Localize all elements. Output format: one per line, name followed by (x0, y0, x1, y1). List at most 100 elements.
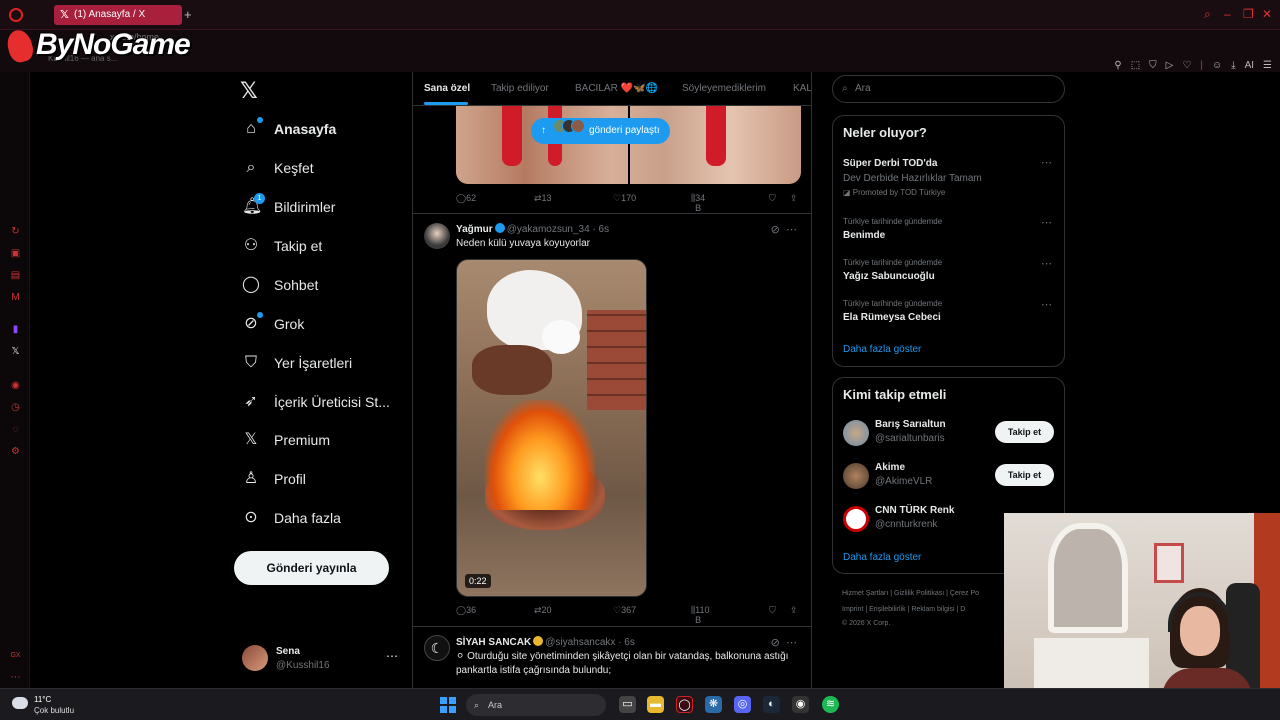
nav-creator-studio[interactable]: ➶ İçerik Üreticisi St... (242, 388, 390, 416)
like-button[interactable]: ♡ 367 (613, 605, 636, 616)
tab-soyleyemediklerim[interactable]: Söyleyemediklerim (682, 83, 766, 94)
views-stat[interactable]: ⫼ 34 B (691, 193, 705, 213)
reply-button[interactable]: ◯ 36 (456, 605, 476, 616)
post3-author[interactable]: SİYAH SANCAK (456, 637, 531, 648)
trend-item-name[interactable]: Benimde (843, 230, 885, 241)
trend-item-name[interactable]: Ela Rümeysa Cebeci (843, 312, 941, 323)
app-icon[interactable]: ❋ (705, 696, 722, 713)
gx-rail-icon[interactable]: GX (10, 650, 21, 661)
history-rail-icon[interactable]: ↻ (10, 226, 21, 237)
post-more-icon[interactable]: ⋯ (786, 224, 797, 236)
file-explorer-icon[interactable]: ▬ (647, 696, 664, 713)
browser-tab-active[interactable]: 𝕏 (1) Anasayfa / X (54, 5, 182, 25)
windows-start-icon[interactable] (440, 697, 456, 713)
share-icon[interactable]: ⇪ (790, 193, 798, 204)
clock-rail-icon[interactable]: ◷ (10, 402, 21, 413)
tab-following[interactable]: Takip ediliyor (491, 83, 549, 94)
pin-icon[interactable]: ⚲ (1114, 60, 1121, 74)
minimize-icon[interactable]: – (1224, 7, 1231, 21)
player-rail-icon[interactable]: ◉ (10, 380, 21, 391)
follow-show-more-link[interactable]: Daha fazla göster (843, 552, 921, 563)
profile-icon[interactable]: ☺ (1212, 60, 1222, 74)
trend-item-name[interactable]: Yağız Sabuncuoğlu (843, 271, 935, 282)
bookmark-post-icon[interactable]: ⛉ (769, 193, 776, 204)
post2-avatar[interactable] (424, 223, 450, 249)
views-stat[interactable]: ⫼ 110 B (691, 605, 710, 625)
like-button[interactable]: ♡ 170 (613, 193, 636, 204)
task-view-icon[interactable]: ▭ (619, 696, 636, 713)
wallet-rail-icon[interactable]: ▤ (10, 270, 21, 281)
more-rail-icon[interactable]: ⋯ (10, 672, 21, 683)
opera-gx-icon[interactable]: ◯ (676, 696, 693, 713)
follow-button[interactable]: Takip et (995, 421, 1054, 443)
snapshot-icon[interactable]: ⬚ (1131, 60, 1140, 74)
post3-handle[interactable]: @siyahsancakx · 6s (545, 637, 635, 648)
weather-description[interactable]: Çok bulutlu (34, 706, 74, 715)
trend-item-name[interactable]: Süper Derbi TOD'da (843, 158, 937, 169)
discord-icon[interactable]: ◎ (734, 696, 751, 713)
shield-icon[interactable]: ⛉ (1149, 60, 1157, 74)
grok-post-icon[interactable]: ⊘ (771, 637, 780, 649)
nav-explore[interactable]: ⌕ Keşfet (242, 154, 314, 182)
x-rail-icon[interactable]: 𝕏 (10, 346, 21, 357)
nav-profile[interactable]: ♙ Profil (242, 465, 306, 493)
follow-name[interactable]: Barış Sarıaltun (875, 419, 946, 430)
tab-for-you[interactable]: Sana özel (424, 83, 470, 94)
restore-icon[interactable]: ❐ (1243, 7, 1254, 21)
footer-links[interactable]: Imprint | Erişilebilirlik | Reklam bilgi… (842, 606, 965, 613)
grok-post-icon[interactable]: ⊘ (771, 224, 780, 236)
nav-bookmarks[interactable]: ⛉ Yer İşaretleri (242, 349, 352, 377)
nav-more[interactable]: ⊙ Daha fazla (242, 504, 341, 532)
heart-icon[interactable]: ♡ (1182, 60, 1191, 74)
post-more-icon[interactable]: ⋯ (786, 637, 797, 649)
post2-video[interactable]: 0:22 (456, 259, 647, 597)
opera-logo-icon[interactable] (9, 8, 23, 22)
tab-bacilar[interactable]: BACILAR ❤️🦋🌐 (575, 83, 658, 94)
taskbar-search[interactable]: ⌕ Ara (466, 694, 606, 716)
post3-avatar[interactable]: ☾ (424, 635, 450, 661)
show-new-posts-button[interactable]: ↑ gönderi paylaştı (531, 118, 670, 144)
reply-button[interactable]: ◯ 62 (456, 193, 476, 204)
nav-notifications[interactable]: 🔔︎ 1 Bildirimler (242, 193, 335, 221)
nav-premium[interactable]: 𝕏 Premium (242, 426, 330, 454)
twitch-rail-icon[interactable]: ▮ (10, 324, 21, 335)
obs-icon[interactable]: ◉ (792, 696, 809, 713)
bookmark-post-icon[interactable]: ⛉ (769, 605, 776, 616)
chat-rail-icon[interactable]: ◌ (10, 424, 21, 435)
download-icon[interactable]: ⤓ (1231, 60, 1235, 74)
search-tabs-icon[interactable]: ⌕ (1204, 7, 1211, 22)
menu-icon[interactable]: ☰ (1263, 60, 1272, 74)
post2-author[interactable]: Yağmur (456, 224, 493, 235)
weather-temperature[interactable]: 11°C (34, 695, 51, 704)
gmail-rail-icon[interactable]: M (10, 292, 21, 303)
bag-rail-icon[interactable]: ▣ (10, 248, 21, 259)
new-tab-icon[interactable]: + (184, 7, 192, 22)
follow-name[interactable]: CNN TÜRK Renk (875, 505, 954, 516)
trend-more-icon[interactable]: ⋯ (1041, 257, 1052, 270)
share-icon[interactable]: ⇪ (790, 605, 798, 616)
post2-handle[interactable]: @yakamozsun_34 · 6s (507, 224, 609, 235)
settings-rail-icon[interactable]: ⚙ (10, 446, 21, 457)
cloud-icon[interactable] (12, 697, 28, 709)
account-switcher[interactable]: Sena @Kusshil16 ⋯ (242, 645, 402, 675)
nav-chat[interactable]: ◯ Sohbet (242, 271, 318, 299)
avatar[interactable] (843, 420, 869, 446)
trend-more-icon[interactable]: ⋯ (1041, 216, 1052, 229)
post-button[interactable]: Gönderi yayınla (234, 551, 389, 585)
trend-more-icon[interactable]: ⋯ (1041, 298, 1052, 311)
play-icon[interactable]: ▷ (1166, 60, 1174, 74)
repost-button[interactable]: ⇄ 13 (534, 193, 552, 204)
nav-grok[interactable]: ⊘ Grok (242, 310, 304, 338)
avatar[interactable] (843, 463, 869, 489)
close-window-icon[interactable]: ✕ (1262, 7, 1272, 21)
trends-show-more-link[interactable]: Daha fazla göster (843, 344, 921, 355)
steam-icon[interactable]: ◐ (763, 696, 780, 713)
search-input[interactable]: ⌕ Ara (832, 75, 1065, 103)
trend-more-icon[interactable]: ⋯ (1041, 156, 1052, 169)
spotify-icon[interactable]: ≋ (822, 696, 839, 713)
nav-follow[interactable]: ⚇ Takip et (242, 232, 322, 260)
tab-kal[interactable]: KAL (793, 83, 811, 94)
repost-button[interactable]: ⇄ 20 (534, 605, 552, 616)
x-logo-icon[interactable]: 𝕏 (240, 78, 258, 104)
ai-button[interactable]: AI (1245, 60, 1254, 74)
